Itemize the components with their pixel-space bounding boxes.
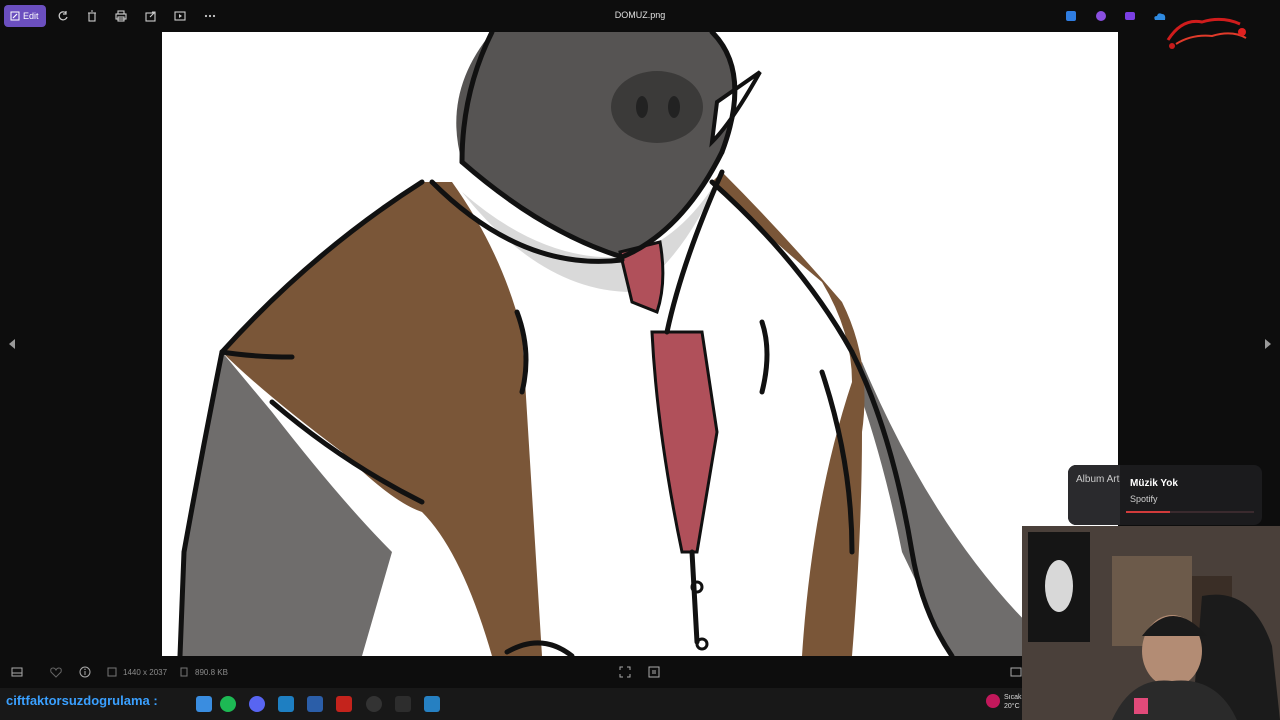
discord-icon[interactable] <box>249 696 265 712</box>
acrobat-icon[interactable] <box>336 696 352 712</box>
channel-logo <box>1162 12 1258 52</box>
edit-label: Edit <box>23 11 39 21</box>
clipchamp-icon[interactable] <box>1122 8 1138 24</box>
print-icon[interactable] <box>113 8 129 24</box>
track-title: Müzik Yok <box>1130 478 1178 489</box>
image-dimensions: 1440 x 2037 <box>123 668 168 677</box>
terminal-icon[interactable] <box>395 696 411 712</box>
rotate-icon[interactable] <box>55 8 71 24</box>
top-toolbar: Edit DOMUZ.png <box>0 0 1280 49</box>
explorer-icon[interactable] <box>307 696 323 712</box>
file-size: 890.8 KB <box>195 668 228 677</box>
pencil-icon <box>10 11 20 21</box>
slideshow-icon[interactable] <box>172 8 188 24</box>
actual-size-icon[interactable] <box>646 664 662 680</box>
delete-icon[interactable] <box>84 8 100 24</box>
share-icon[interactable] <box>143 8 159 24</box>
edit-button[interactable]: Edit <box>4 5 46 27</box>
webcam-overlay <box>1022 526 1280 720</box>
next-image-arrow[interactable] <box>1262 337 1274 351</box>
weather-widget[interactable]: Sıcak 20°C <box>1004 693 1022 711</box>
dimensions-icon <box>104 664 120 680</box>
filmstrip-icon[interactable] <box>9 664 25 680</box>
track-progress-bar <box>1126 511 1254 513</box>
stream-marquee-text: ciftfaktorsuzdogrulama : <box>6 693 158 708</box>
teams-icon[interactable] <box>278 696 294 712</box>
album-art-placeholder: Album Art <box>1068 465 1120 525</box>
image-canvas[interactable] <box>162 32 1118 656</box>
file-title: DOMUZ.png <box>614 10 666 20</box>
track-source: Spotify <box>1130 494 1158 504</box>
weather-condition: Sıcak <box>1004 694 1022 701</box>
previous-image-arrow[interactable] <box>6 337 18 351</box>
weather-temperature: 20°C <box>1004 703 1020 710</box>
designer-icon[interactable] <box>1093 8 1109 24</box>
info-icon[interactable] <box>77 664 93 680</box>
more-icon[interactable] <box>202 8 218 24</box>
obs-icon[interactable] <box>366 696 382 712</box>
track-progress-fill <box>1126 511 1170 513</box>
edit-app-icon[interactable] <box>1063 8 1079 24</box>
spotify-icon[interactable] <box>220 696 236 712</box>
weather-icon <box>986 694 1000 708</box>
photos-icon[interactable] <box>424 696 440 712</box>
file-size-icon <box>176 664 192 680</box>
spotify-now-playing-widget: Album Art Müzik Yok Spotify <box>1068 465 1262 525</box>
store-icon[interactable] <box>196 696 212 712</box>
favorite-icon[interactable] <box>48 664 64 680</box>
zoom-fit-icon[interactable] <box>617 664 633 680</box>
character-drawing <box>177 32 1062 656</box>
